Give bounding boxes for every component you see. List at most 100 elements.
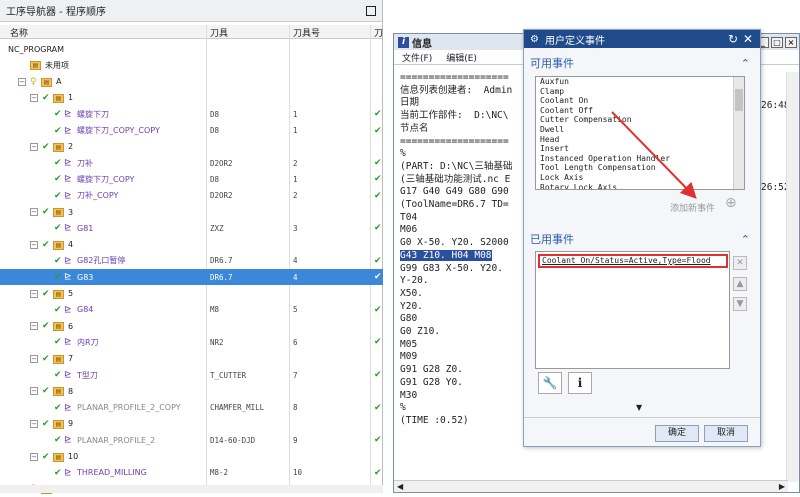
column-tool[interactable]: 刀具 xyxy=(210,26,228,39)
used-event-item[interactable]: Coolant On/Status=Active,Type=Flood xyxy=(538,254,728,268)
collapse-toggle-icon[interactable]: − xyxy=(30,354,38,363)
row-label: T型刀 xyxy=(77,370,98,380)
group-row[interactable]: − ✔ ▤ 9 xyxy=(0,416,383,432)
available-event-item[interactable]: Coolant Off xyxy=(538,106,744,116)
collapse-toggle-icon[interactable]: − xyxy=(30,240,38,249)
used-events-header[interactable]: 已用事件 ⌃ xyxy=(530,230,754,248)
used-events-list[interactable]: Coolant On/Status=Active,Type=Flood xyxy=(535,251,730,369)
available-events-scrollbar[interactable] xyxy=(733,77,744,189)
available-event-item[interactable]: Head xyxy=(538,135,744,145)
collapse-toggle-icon[interactable]: − xyxy=(18,77,26,86)
info-line: 信息列表创建者: Admin xyxy=(400,84,513,96)
cancel-button[interactable]: 取消 xyxy=(704,425,748,442)
available-event-item[interactable]: Dwell xyxy=(538,125,744,135)
delete-icon[interactable]: ✕ xyxy=(733,256,747,270)
status-check-icon: ✔ xyxy=(374,255,382,266)
check-icon: ✔ xyxy=(54,337,62,348)
operation-row[interactable]: ✔ ⊵ T型刀 T_CUTTER 7 ✔ xyxy=(0,367,383,383)
collapse-icon[interactable]: ⌃ xyxy=(741,233,750,246)
column-extra[interactable]: 刀 xyxy=(374,26,383,39)
available-event-item[interactable]: Insert xyxy=(538,144,744,154)
menu-edit[interactable]: 编辑(E) xyxy=(446,51,477,64)
row-label: 未用项 xyxy=(45,60,69,70)
add-event-icon[interactable]: ⊕ xyxy=(725,195,737,211)
navigator-scrollbar[interactable] xyxy=(0,485,383,493)
ok-button[interactable]: 确定 xyxy=(655,425,699,442)
operation-row[interactable]: ✔ ⊵ 刀补 D2OR2 2 ✔ xyxy=(0,155,383,171)
operation-icon: ⊵ xyxy=(64,435,72,446)
group-row[interactable]: − ✔ ▤ 5 xyxy=(0,286,383,302)
available-event-item[interactable]: Lock Axis xyxy=(538,173,744,183)
group-row[interactable]: − ✔ ▤ 10 xyxy=(0,449,383,465)
collapse-toggle-icon[interactable]: − xyxy=(30,419,38,428)
operation-row[interactable]: ✔ ⊵ 螺旋下刀_COPY D8 1 ✔ xyxy=(0,171,383,187)
reset-icon[interactable]: ↻ xyxy=(728,32,738,46)
operation-row[interactable]: ✔ ⊵ 刀补_COPY D2OR2 2 ✔ xyxy=(0,188,383,204)
collapse-toggle-icon[interactable]: − xyxy=(30,289,38,298)
menu-file[interactable]: 文件(F) xyxy=(402,51,432,64)
check-icon: ✔ xyxy=(42,353,50,364)
collapse-toggle-icon[interactable]: − xyxy=(30,208,38,216)
group-row[interactable]: − ✔ ▤ 6 xyxy=(0,318,383,334)
info-horizontal-scrollbar[interactable]: ◀ ▶ xyxy=(394,480,788,492)
operation-icon: ⊵ xyxy=(64,158,72,169)
collapse-toggle-icon[interactable]: − xyxy=(30,452,38,461)
info-line: G17 G40 G49 G80 G90 xyxy=(400,186,509,198)
scroll-left-icon[interactable]: ◀ xyxy=(397,482,403,491)
column-name[interactable]: 名称 xyxy=(10,26,28,39)
operation-row[interactable]: ✔ ⊵ G84 M8 5 ✔ xyxy=(0,302,383,318)
move-up-icon[interactable]: ▲ xyxy=(733,277,747,291)
operation-row[interactable]: ✔ ⊵ G81 ZXZ 3 ✔ xyxy=(0,220,383,236)
operation-row[interactable]: ✔ ⊵ 内R刀 NR2 6 ✔ xyxy=(0,334,383,350)
group-row[interactable]: ▤ 未用项 xyxy=(0,57,383,73)
available-event-item[interactable]: Auxfun xyxy=(538,77,744,87)
available-event-item[interactable]: Cutter Compensation xyxy=(538,115,744,125)
status-check-icon: ✔ xyxy=(374,174,382,185)
operation-row[interactable]: ✔ ⊵ THREAD_MILLING M8-2 10 ✔ xyxy=(0,465,383,481)
check-icon: ✔ xyxy=(54,109,62,120)
available-events-list[interactable]: Auxfun Clamp Coolant On Coolant Off Cutter C… xyxy=(535,76,745,190)
operation-row[interactable]: ✔ ⊵ G82孔口暂停 DR6.7 4 ✔ xyxy=(0,253,383,269)
wrench-icon[interactable]: 🔧 xyxy=(538,372,562,394)
maximize-icon[interactable] xyxy=(366,6,376,16)
operation-row[interactable]: ✔ ⊵ 螺旋下刀 D8 1 ✔ xyxy=(0,106,383,122)
move-down-icon[interactable]: ▼ xyxy=(733,297,747,311)
operation-row[interactable]: ✔ ⊵ PLANAR_PROFILE_2_COPY CHAMFER_MILL 8 ✔ xyxy=(0,400,383,416)
collapse-icon[interactable]: ⌃ xyxy=(741,57,750,70)
available-event-item[interactable]: Coolant On xyxy=(538,96,744,106)
group-row[interactable]: − ✔ ▤ 3 xyxy=(0,204,383,220)
collapse-toggle-icon[interactable]: − xyxy=(30,142,38,151)
column-tool-number[interactable]: 刀具号 xyxy=(293,26,320,39)
group-row[interactable]: − ✔ ▤ 2 xyxy=(0,139,383,155)
group-row[interactable]: NC_PROGRAM xyxy=(0,41,383,57)
collapse-toggle-icon[interactable]: − xyxy=(30,322,38,331)
operation-row[interactable]: ✔ ⊵ G83 DR6.7 4 ✔ xyxy=(0,269,383,286)
available-events-header[interactable]: 可用事件 ⌃ xyxy=(530,54,754,72)
more-options-icon[interactable]: ▼ xyxy=(636,403,642,412)
info-listing[interactable]: =================== 信息列表创建者: Admin 日期 当前工作部… xyxy=(400,72,512,428)
group-row[interactable]: − ✔ ▤ 1 xyxy=(0,90,383,106)
available-event-item[interactable]: Clamp xyxy=(538,87,744,97)
available-event-item[interactable]: Instanced Operation Handler xyxy=(538,154,744,164)
gear-icon: ⚙ xyxy=(530,33,539,45)
info-line: Y20. xyxy=(400,300,423,312)
available-event-item[interactable]: Rotary Lock Axis xyxy=(538,183,744,189)
info-vertical-scrollbar[interactable] xyxy=(786,72,799,482)
operation-row[interactable]: ✔ ⊵ 螺旋下刀_COPY_COPY D8 1 ✔ xyxy=(0,123,383,139)
group-row[interactable]: − ✔ ▤ 8 xyxy=(0,383,383,399)
row-tool: D8 xyxy=(210,109,220,119)
collapse-toggle-icon[interactable]: − xyxy=(30,387,38,396)
info-line: Y-20. xyxy=(400,275,429,287)
scroll-right-icon[interactable]: ▶ xyxy=(779,482,785,491)
collapse-toggle-icon[interactable]: − xyxy=(30,93,38,102)
info-icon[interactable]: i xyxy=(568,372,592,394)
group-row[interactable]: − ✔ ▤ 7 xyxy=(0,351,383,367)
close-icon[interactable]: ✕ xyxy=(743,32,753,46)
group-row[interactable]: − ✔ ▤ 4 xyxy=(0,237,383,253)
info-line: 日期 xyxy=(400,97,420,109)
available-event-item[interactable]: Tool Length Compensation xyxy=(538,163,744,173)
group-row[interactable]: − ♀ ▤ A xyxy=(0,74,383,90)
operation-row[interactable]: ✔ ⊵ PLANAR_PROFILE_2 D14-60-DJD 9 ✔ xyxy=(0,432,383,448)
close-icon[interactable]: × xyxy=(785,37,797,48)
restore-icon[interactable]: □ xyxy=(771,37,783,48)
